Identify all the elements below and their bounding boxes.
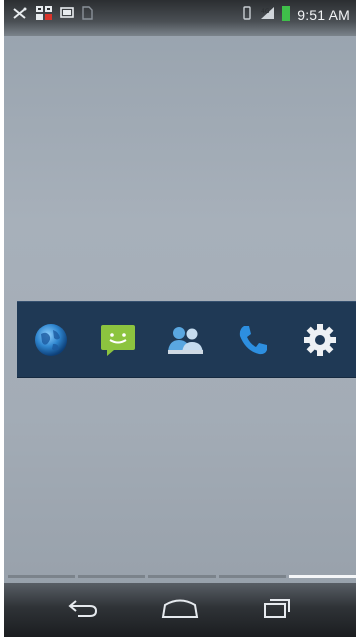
home-icon (160, 596, 200, 625)
recent-apps-button[interactable] (253, 590, 301, 630)
phone-icon[interactable] (233, 320, 273, 360)
messaging-icon[interactable] (98, 320, 138, 360)
screenshot-icon (60, 6, 74, 24)
qr-app-icon (35, 5, 53, 26)
navigation-bar (4, 583, 356, 637)
page-indicator (4, 575, 356, 581)
page-dot[interactable] (218, 575, 286, 578)
recent-apps-icon (262, 597, 292, 624)
sd-card-icon (81, 5, 93, 25)
battery-icon (282, 5, 291, 26)
settings-icon[interactable] (300, 320, 340, 360)
back-icon (66, 597, 100, 624)
page-dot[interactable] (8, 575, 76, 578)
home-button[interactable] (156, 590, 204, 630)
page-dot-current[interactable] (288, 575, 356, 578)
vibrate-icon (242, 5, 252, 25)
home-screen: 4G 9:51 AM (4, 0, 356, 637)
browser-icon[interactable] (31, 320, 71, 360)
svg-text:4G: 4G (261, 8, 270, 15)
status-bar-left (12, 5, 93, 26)
missed-notification-icon (12, 6, 28, 25)
status-bar: 4G 9:51 AM (4, 0, 356, 36)
page-dot[interactable] (78, 575, 146, 578)
clock-time: 9:51 AM (297, 7, 350, 23)
signal-4g-icon: 4G (259, 6, 275, 25)
app-shortcut-bar (17, 301, 356, 378)
contacts-icon[interactable] (165, 320, 205, 360)
back-button[interactable] (59, 590, 107, 630)
status-bar-right: 4G 9:51 AM (242, 5, 350, 26)
page-dot[interactable] (148, 575, 216, 578)
